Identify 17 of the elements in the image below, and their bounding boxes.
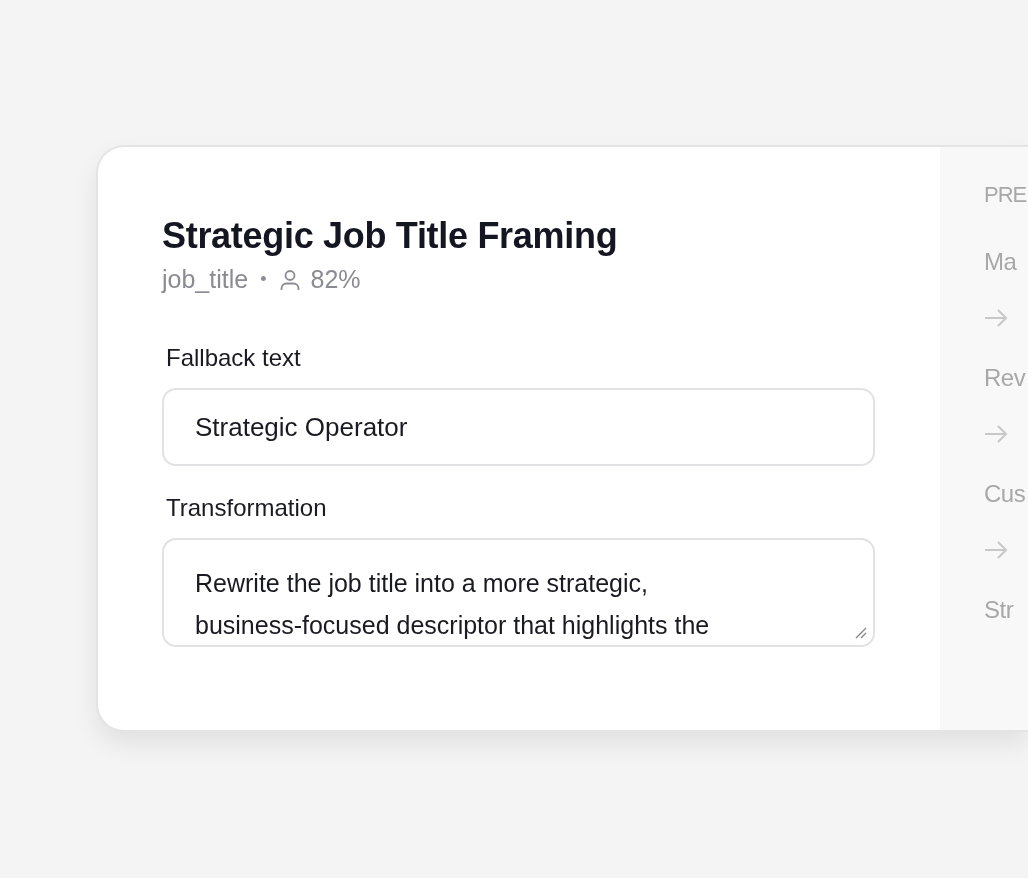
card-title: Strategic Job Title Framing bbox=[162, 215, 619, 257]
preview-item: Rev bbox=[984, 364, 1026, 391]
input-field[interactable]: Strategic Operator bbox=[162, 388, 875, 466]
separator-dot: • bbox=[260, 269, 267, 290]
preview-heading: PRE bbox=[984, 182, 1028, 208]
field-label: Fallback text bbox=[166, 344, 302, 372]
preview-item: Ma bbox=[984, 248, 1017, 275]
resize-handle-icon[interactable] bbox=[855, 627, 867, 639]
match-percent: 82% bbox=[310, 265, 361, 294]
arrow-right-icon bbox=[984, 540, 1008, 560]
field-key: job_title bbox=[162, 265, 249, 294]
field-label: Transformation bbox=[166, 494, 328, 522]
textarea-field[interactable]: Rewrite the job title into a more strategic, business-focused descriptor that highlights the bbox=[162, 538, 875, 647]
preview-item: Cus bbox=[984, 480, 1026, 507]
arrow-right-icon bbox=[984, 308, 1008, 328]
preview-item: Str bbox=[984, 596, 1014, 623]
arrow-right-icon bbox=[984, 424, 1008, 444]
